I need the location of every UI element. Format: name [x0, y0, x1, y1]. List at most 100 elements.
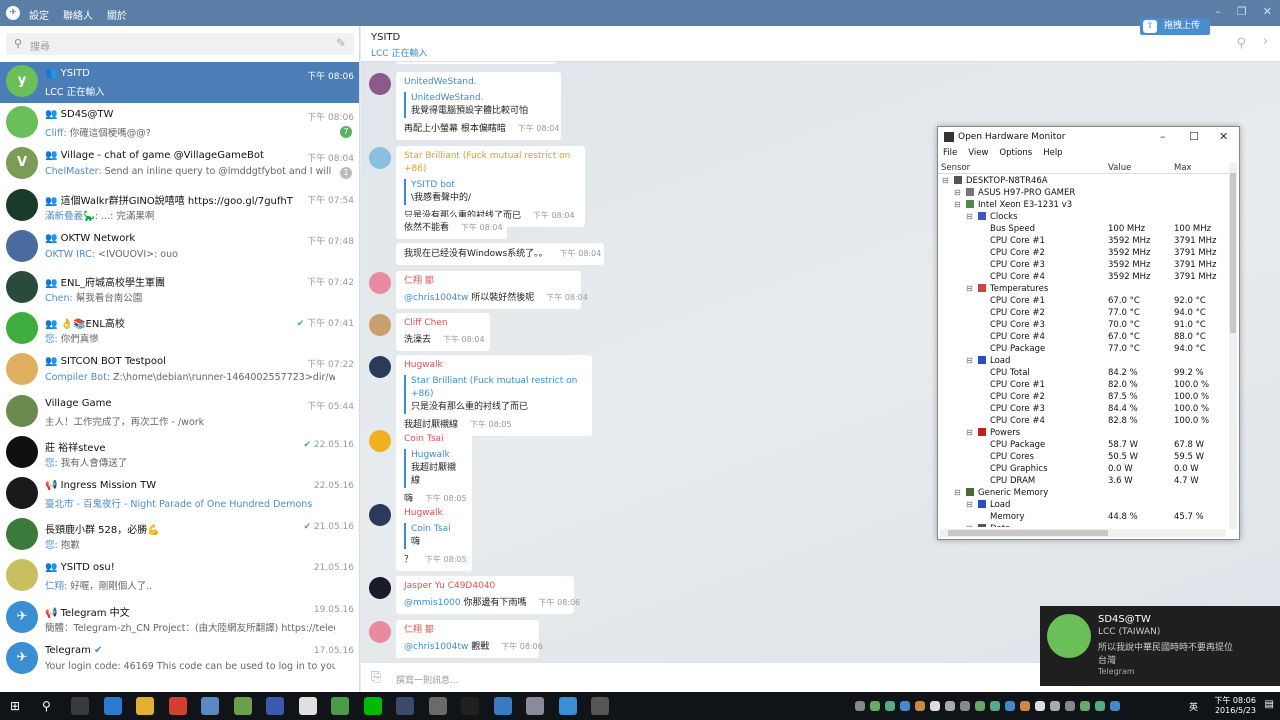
telegram-icon[interactable] — [558, 697, 577, 715]
mention-link[interactable]: @chris1004tw — [404, 642, 468, 652]
maximize-icon[interactable]: ☐ — [1189, 130, 1199, 143]
tray-icon[interactable] — [915, 701, 925, 711]
avatar[interactable] — [369, 73, 391, 95]
expand-toggle-icon[interactable]: ⊟ — [966, 524, 973, 527]
avatar[interactable] — [369, 314, 391, 336]
message-input[interactable]: 撰寫一則訊息... — [396, 673, 459, 686]
expand-toggle-icon[interactable]: ⊟ — [966, 284, 973, 293]
chat-list-item[interactable]: Village Game 下午 05:44 主人！工作完成了，再次工作 - /wo… — [0, 392, 359, 433]
ohm-menu-help[interactable]: Help — [1043, 148, 1062, 162]
chat-list-item[interactable]: 👥 OKTW Network 下午 07:48 OKTW IRC: <IVOUOVI… — [0, 227, 359, 268]
app-icon[interactable] — [201, 697, 219, 715]
edge-icon[interactable] — [103, 697, 122, 715]
tray-icon[interactable] — [870, 701, 880, 711]
search-icon[interactable]: ⚲ — [1236, 36, 1246, 51]
reply-quote[interactable]: UnitedWeStand. 我覺得電腦預設字體比較可怕 — [404, 92, 553, 118]
chat-list-item[interactable]: 👥 ENL_府城高校學生軍團 下午 07:42 Chen: 幫我看台南公園 — [0, 268, 359, 309]
app-icon[interactable] — [331, 697, 349, 715]
sensor-row[interactable]: ⊟ ASUS H97-PRO GAMER — [938, 187, 1230, 199]
sensor-row[interactable]: Memory 44.8 % 45.7 % — [938, 511, 1230, 523]
tray-icon[interactable] — [1050, 701, 1060, 711]
chat-list-item[interactable]: y 👥 YSITD 下午 08:06 LCC 正在輸入 — [0, 62, 359, 103]
message-author[interactable]: Jasper Yu C49D4040 — [404, 580, 566, 593]
message-bubble[interactable]: 仁翔 鄒 @chris1004tw 觀戰 下午 08:06 — [396, 620, 543, 658]
chat-list-item[interactable]: 📢 Ingress Mission TW 22.05.16 臺北市 - 百鬼夜行 -… — [0, 474, 359, 515]
message-author[interactable]: Star Brilliant (Fuck mutual restrict on … — [404, 150, 577, 176]
minimize-icon[interactable]: – — [1160, 130, 1166, 143]
line-icon[interactable] — [363, 697, 382, 715]
tray-icon[interactable] — [1035, 701, 1045, 711]
notepad-icon[interactable] — [298, 697, 317, 715]
sensor-row[interactable]: CPU Core #1 3592 MHz 3791 MHz — [938, 235, 1230, 247]
sensor-row[interactable]: CPU Graphics 0.0 W 0.0 W — [938, 463, 1230, 475]
chat-list-item[interactable]: 👥 這個Walkr群拼GINO說嘻嘻 https://goo.gl/7gufhT… — [0, 186, 359, 227]
tray-icon[interactable] — [900, 701, 910, 711]
search-box[interactable]: ⚲ 搜尋 ✎ — [6, 33, 354, 55]
sensor-row[interactable]: ⊟ Clocks — [938, 211, 1230, 223]
message-bubble[interactable]: 依然不能看 下午 08:04 — [396, 217, 507, 239]
chat-list-item[interactable]: 莊 裕祥steve ✔ 22.05.16 您: 我有人會傳送了 — [0, 433, 359, 474]
horizontal-scrollbar[interactable] — [940, 529, 1226, 537]
avatar[interactable] — [369, 577, 391, 599]
sensor-row[interactable]: CPU Core #2 87.5 % 100.0 % — [938, 391, 1230, 403]
expand-toggle-icon[interactable]: ⊟ — [954, 200, 961, 209]
compose-icon[interactable]: ✎ — [336, 36, 346, 50]
avatar[interactable] — [369, 147, 391, 169]
app-icon[interactable] — [493, 697, 512, 715]
tray-icon[interactable] — [960, 701, 970, 711]
tray-icon[interactable] — [1080, 701, 1090, 711]
message-author[interactable]: Hugwalk — [404, 507, 464, 520]
avatar[interactable] — [369, 430, 391, 452]
sensor-row[interactable]: CPU Core #1 67.0 °C 92.0 °C — [938, 295, 1230, 307]
avatar[interactable] — [369, 272, 391, 294]
mention-link[interactable]: @mmis1000 — [404, 598, 461, 608]
chat-list-item[interactable]: 👥 👌📚ENL高校 ✔ 下午 07:41 您: 你們真慘 — [0, 309, 359, 350]
app-icon[interactable] — [526, 697, 544, 715]
sensor-row[interactable]: CPU Cores 50.5 W 59.5 W — [938, 451, 1230, 463]
sensor-row[interactable]: Bus Speed 100 MHz 100 MHz — [938, 223, 1230, 235]
tray-icon[interactable] — [990, 701, 1000, 711]
message-bubble[interactable]: Jasper Yu C49D4040 @mmis1000 你那邊有下雨嗎 下午 08… — [396, 576, 580, 614]
message-bubble[interactable]: Cliff Chen 洗澡去 下午 08:04 — [396, 313, 490, 351]
message-bubble[interactable]: 仁翔 鄒 @chris1004tw 所以裝好然後呢 下午 08:04 — [396, 271, 588, 309]
message-author[interactable]: Coin Tsai — [404, 433, 464, 446]
sensor-row[interactable]: ⊟ Load — [938, 499, 1230, 511]
chat-list-item[interactable]: 長頸鹿小群 528，必勝💪 ✔ 21.05.16 您: 抱歉 — [0, 515, 359, 556]
message-bubble[interactable]: Coin Tsai Hugwalk 我超討厭襯線嗨下午 08:05 — [396, 429, 472, 510]
sensor-row[interactable]: CPU Core #3 3592 MHz 3791 MHz — [938, 259, 1230, 271]
search-icon[interactable]: ⚲ — [42, 699, 56, 713]
tray-icon[interactable] — [1005, 701, 1015, 711]
message-bubble[interactable]: 我现在已经没有Windows系统了。。 下午 08:04 — [396, 243, 604, 265]
ohm-menu-file[interactable]: File — [943, 148, 957, 162]
ime-indicator[interactable]: 英 — [1189, 700, 1198, 713]
tray-icon[interactable] — [945, 701, 955, 711]
tray-icon[interactable] — [1095, 701, 1105, 711]
sensor-row[interactable]: CPU Core #1 82.0 % 100.0 % — [938, 379, 1230, 391]
scrollbar-thumb[interactable] — [948, 530, 1108, 536]
search-input[interactable]: 搜尋 — [30, 38, 50, 53]
tray-icon[interactable] — [1065, 701, 1075, 711]
vertical-scrollbar[interactable] — [1229, 163, 1237, 529]
chrome-icon[interactable] — [168, 697, 187, 715]
menu-settings[interactable]: 設定 — [29, 7, 49, 22]
message-author[interactable]: Cliff Chen — [404, 317, 482, 330]
chat-list-item[interactable]: ✈ 📢 Telegram 中文 19.05.16 簡體：Telegram-zh_CN… — [0, 598, 359, 639]
upload-button[interactable]: ⇪ 拖拽上传 — [1140, 18, 1210, 35]
sensor-row[interactable]: ⊟ Intel Xeon E3-1231 v3 — [938, 199, 1230, 211]
mention-link[interactable]: @chris1004tw — [404, 293, 468, 303]
app-icon[interactable] — [233, 697, 252, 715]
chat-list-item[interactable]: 👥 YSITD osu! 21.05.16 仁翔: 好喔，剛剛個人了.. — [0, 556, 359, 597]
message-author[interactable]: 仁翔 鄒 — [404, 624, 531, 637]
message-author[interactable]: UnitedWeStand. — [404, 76, 553, 89]
sensor-row[interactable]: CPU Core #4 67.0 °C 88.0 °C — [938, 331, 1230, 343]
expand-toggle-icon[interactable]: ⊟ — [966, 356, 973, 365]
reply-quote[interactable]: Star Brilliant (Fuck mutual restrict on … — [404, 375, 584, 414]
app-icon[interactable] — [396, 697, 414, 715]
tray-icon[interactable] — [1110, 701, 1120, 711]
message-bubble[interactable]: UnitedWeStand. UnitedWeStand. 我覺得電腦預設字體比較可… — [396, 72, 561, 140]
chat-list-item[interactable]: 👥 SITCON BOT Testpool 下午 07:22 Compiler Bo… — [0, 350, 359, 391]
expand-toggle-icon[interactable]: ⊟ — [966, 212, 973, 221]
sensor-row[interactable]: ⊟ Generic Memory — [938, 487, 1230, 499]
sensor-row[interactable]: ⊟ DESKTOP-N8TR46A — [938, 175, 1230, 187]
close-icon[interactable]: ✕ — [1263, 5, 1272, 18]
